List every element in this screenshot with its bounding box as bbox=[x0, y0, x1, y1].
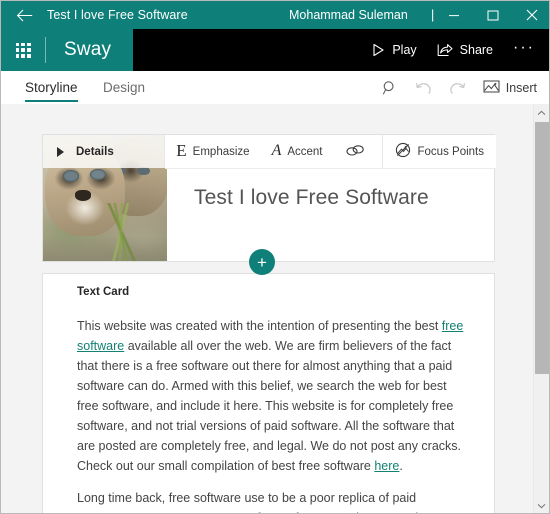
paragraph-1: This website was created with the intent… bbox=[77, 316, 466, 476]
tab-design-label: Design bbox=[103, 80, 146, 95]
focus-points-icon bbox=[395, 142, 411, 161]
text-card-label: Text Card bbox=[77, 286, 130, 298]
paragraph-text: available all over the web. We are firm … bbox=[77, 339, 462, 473]
scroll-thumb[interactable] bbox=[535, 122, 549, 374]
tab-storyline[interactable]: Storyline bbox=[25, 71, 78, 104]
app-brand-sway[interactable]: Sway bbox=[46, 29, 133, 71]
share-label: Share bbox=[459, 43, 494, 57]
details-label: Details bbox=[76, 145, 114, 158]
chain-link-icon bbox=[345, 144, 365, 160]
title-bar: Test I love Free Software Mohammad Sulem… bbox=[1, 1, 549, 29]
paragraph-text: . bbox=[399, 459, 403, 473]
paragraph-text: Long time back, free software use to be … bbox=[77, 491, 453, 513]
emphasize-label: Emphasize bbox=[192, 145, 250, 158]
accent-button[interactable]: A Accent bbox=[261, 135, 334, 168]
window-title: Test I love Free Software bbox=[47, 8, 188, 22]
link-button[interactable] bbox=[334, 135, 376, 168]
play-triangle-icon bbox=[57, 146, 64, 157]
more-options-button[interactable]: ··· bbox=[503, 27, 545, 74]
command-bar-actions: Play Share ··· bbox=[362, 29, 545, 71]
details-toggle[interactable]: Details bbox=[43, 135, 166, 168]
accent-glyph-icon: A bbox=[271, 141, 282, 159]
tabs-bar-actions: Insert bbox=[373, 71, 543, 104]
title-card-toolbar: Details E Emphasize A Accent Focus Point… bbox=[43, 135, 496, 169]
text-card-body[interactable]: This website was created with the intent… bbox=[77, 316, 466, 513]
share-icon bbox=[437, 43, 453, 57]
inline-link[interactable]: here bbox=[374, 459, 399, 473]
app-launcher-waffle-icon[interactable] bbox=[1, 29, 45, 71]
focus-points-button[interactable]: Focus Points bbox=[381, 135, 496, 168]
storyline-canvas: Test I love Free Software Details E Emph… bbox=[1, 104, 535, 513]
paragraph-text: This website was created with the intent… bbox=[77, 319, 442, 333]
emphasize-button[interactable]: E Emphasize bbox=[165, 135, 260, 168]
insert-label: Insert bbox=[505, 80, 537, 95]
accent-label: Accent bbox=[287, 145, 323, 158]
paragraph-2: Long time back, free software use to be … bbox=[77, 488, 466, 513]
chevron-up-icon[interactable] bbox=[534, 105, 549, 121]
tabs-bar: Storyline Design Insert bbox=[1, 71, 549, 105]
play-button[interactable]: Play bbox=[362, 29, 426, 71]
vertical-scrollbar[interactable] bbox=[533, 104, 549, 513]
back-arrow-icon[interactable] bbox=[1, 1, 47, 29]
command-bar: Sway Play Share ··· bbox=[1, 29, 549, 71]
search-icon[interactable] bbox=[373, 71, 407, 104]
command-bar-brand-group: Sway bbox=[1, 29, 134, 71]
share-button[interactable]: Share bbox=[427, 29, 503, 71]
maximize-icon[interactable] bbox=[473, 1, 512, 29]
focus-points-label: Focus Points bbox=[417, 145, 484, 158]
insert-button[interactable]: Insert bbox=[475, 71, 543, 104]
tab-storyline-label: Storyline bbox=[25, 80, 78, 95]
add-card-button[interactable]: + bbox=[249, 249, 275, 275]
play-label: Play bbox=[392, 43, 417, 57]
chevron-down-icon[interactable] bbox=[534, 498, 549, 513]
title-card-format-tools: E Emphasize A Accent Focus Points bbox=[165, 135, 496, 169]
redo-icon[interactable] bbox=[441, 71, 475, 104]
text-card[interactable]: Text Card This website was created with … bbox=[42, 273, 495, 513]
title-card[interactable]: Test I love Free Software Details E Emph… bbox=[42, 134, 496, 262]
play-icon bbox=[372, 43, 385, 57]
minimize-icon[interactable] bbox=[434, 1, 473, 29]
emphasize-glyph-icon: E bbox=[176, 141, 187, 160]
tab-active-underline bbox=[25, 100, 78, 102]
account-name[interactable]: Mohammad Suleman bbox=[289, 1, 408, 29]
tab-design[interactable]: Design bbox=[103, 71, 145, 104]
picture-icon bbox=[483, 79, 500, 97]
window-controls bbox=[434, 1, 549, 29]
close-icon[interactable] bbox=[512, 1, 549, 29]
undo-icon[interactable] bbox=[407, 71, 441, 104]
sway-app-window: Test I love Free Software Mohammad Sulem… bbox=[0, 0, 550, 514]
